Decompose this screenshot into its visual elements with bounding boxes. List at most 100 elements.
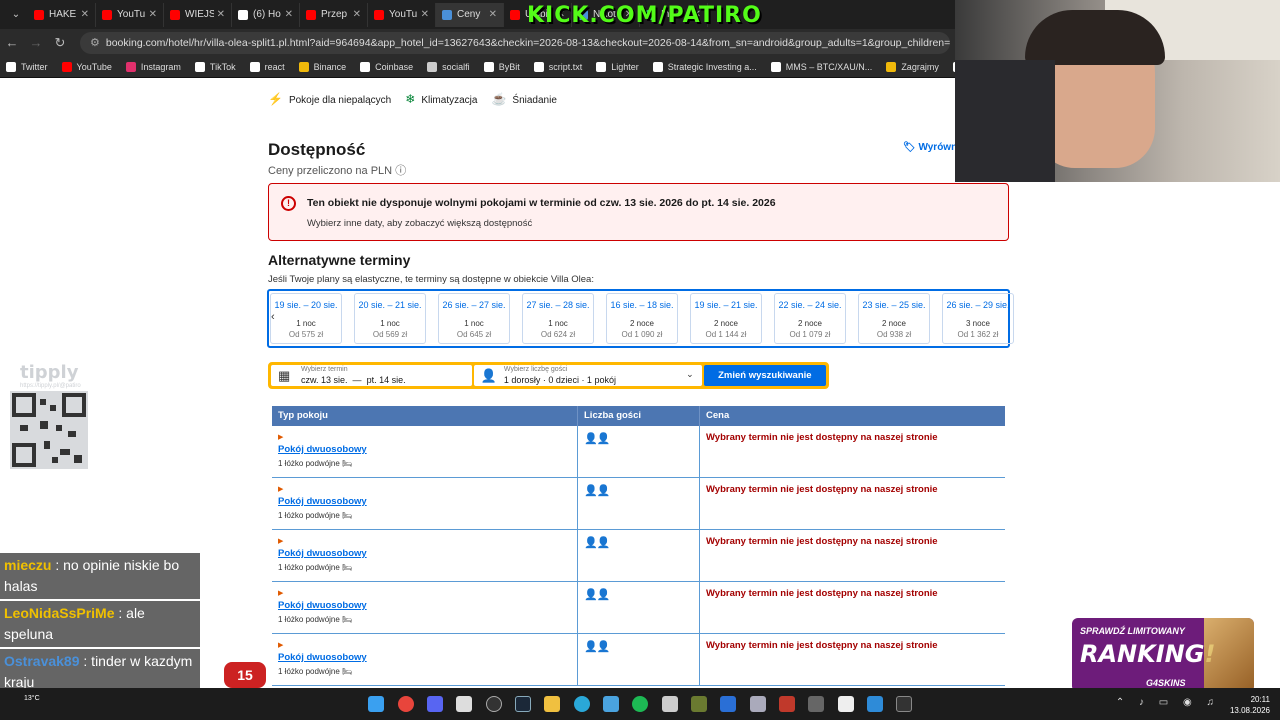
tab-title: Przep [321, 9, 348, 20]
notes-icon[interactable] [867, 696, 883, 712]
bookmark-item[interactable]: socialfi [427, 61, 470, 72]
folder-icon[interactable] [544, 696, 560, 712]
bookmark-favicon-icon [194, 61, 205, 72]
bookmark-item[interactable]: MMS – BTC/XAU/N... [770, 61, 872, 72]
browser-tab[interactable]: (6) Ho ✕ [232, 2, 300, 27]
spotify-icon[interactable] [632, 696, 648, 712]
red-app-icon[interactable] [779, 696, 795, 712]
room-name-link[interactable]: Pokój dwuosobowy [278, 444, 367, 455]
alternative-date-card[interactable]: 16 sie. – 18 sie. 2 noce Od 1 090 zł [606, 293, 678, 344]
room-name-link[interactable]: Pokój dwuosobowy [278, 548, 367, 559]
bookmark-item[interactable]: Lighter [596, 61, 639, 72]
photo-icon[interactable] [750, 696, 766, 712]
bookmark-item[interactable]: TikTok [194, 61, 236, 72]
system-tray[interactable]: ⌃ ♪ ▭ ◉ ♫ [1116, 697, 1220, 708]
close-icon[interactable]: ✕ [149, 9, 157, 20]
alternative-date-card[interactable]: 26 sie. – 27 sie. 1 noc Od 645 zł [438, 293, 510, 344]
bookmark-item[interactable]: Coinbase [360, 61, 413, 72]
alternative-date-card[interactable]: 26 sie. – 29 sie. 3 noce Od 1 362 zł [942, 293, 1014, 344]
snip-icon[interactable] [603, 696, 619, 712]
date-picker[interactable]: ▦ Wybierz termin czw. 13 sie. — pt. 14 s… [271, 365, 472, 386]
bookmark-item[interactable]: Zagrajmy [886, 61, 939, 72]
terminal-icon[interactable] [896, 696, 912, 712]
browser-tab[interactable]: HAKE ✕ [28, 2, 96, 27]
alternative-date-card[interactable]: 23 sie. – 25 sie. 2 noce Od 938 zł [858, 293, 930, 344]
change-search-button[interactable]: Zmień wyszukiwanie [703, 365, 826, 386]
alternatives-title: Alternatywne terminy [268, 252, 411, 268]
url-field[interactable]: ⚙ booking.com/hotel/hr/villa-olea-split1… [80, 31, 950, 54]
alternative-date-card[interactable]: 22 sie. – 24 sie. 2 noce Od 1 079 zł [774, 293, 846, 344]
checkout-date: pt. 14 sie. [366, 375, 406, 385]
close-icon[interactable]: ✕ [81, 9, 89, 20]
guests-cell: 👤👤 [578, 634, 700, 685]
x-app-icon[interactable] [720, 696, 736, 712]
expand-arrow-icon[interactable]: ▶ [278, 433, 283, 441]
alternative-date-card[interactable]: 20 sie. – 21 sie. 1 noc Od 569 zł [354, 293, 426, 344]
tab-search-menu-icon[interactable]: ⌄ [4, 4, 28, 26]
bookmark-item[interactable]: Binance [298, 61, 346, 72]
start-icon[interactable] [368, 696, 384, 712]
tab-title: YouTu [117, 9, 146, 20]
bookmark-item[interactable]: script.txt [533, 61, 582, 72]
edge-icon[interactable] [574, 696, 590, 712]
price-match-link[interactable]: 🏷 Wyrówn [903, 142, 957, 153]
browser-tab[interactable]: Przep ✕ [300, 2, 368, 27]
guests-picker[interactable]: 👤 Wybierz liczbę gości 1 dorosły · 0 dzi… [473, 365, 702, 386]
bookmark-item[interactable]: Strategic Investing a... [652, 61, 757, 72]
browser-tab[interactable]: WIEJS ✕ [164, 2, 232, 27]
forward-icon[interactable]: → [24, 35, 48, 50]
close-icon[interactable]: ✕ [353, 9, 361, 20]
site-info-icon[interactable]: ⚙ [90, 36, 100, 49]
alternative-date-card[interactable]: 27 sie. – 28 sie. 1 noc Od 624 zł [522, 293, 594, 344]
discord-icon[interactable] [427, 696, 443, 712]
from-price: Od 575 zł [288, 330, 324, 339]
game-icon[interactable] [691, 696, 707, 712]
expand-arrow-icon[interactable]: ▶ [278, 485, 283, 493]
alternative-date-card[interactable]: 19 sie. – 20 sie. 1 noc Od 575 zł [270, 293, 342, 344]
chrome-icon[interactable] [398, 696, 414, 712]
expand-arrow-icon[interactable]: ▶ [278, 641, 283, 649]
obs-icon[interactable] [486, 696, 502, 712]
bookmark-item[interactable]: react [249, 61, 285, 72]
promo-banner[interactable]: SPRAWDŹ LIMITOWANY RANKING! G4SKINS [1072, 618, 1254, 692]
bookmark-item[interactable]: YouTube [61, 61, 112, 72]
bed-icon: 🛏 [342, 615, 353, 624]
guests-value: 1 dorosły · 0 dzieci · 1 pokój [503, 375, 616, 385]
chat-username: mieczu [4, 557, 52, 573]
alternative-date-card[interactable]: 19 sie. – 21 sie. 2 noce Od 1 144 zł [690, 293, 762, 344]
close-icon[interactable]: ✕ [421, 9, 429, 20]
info-icon[interactable]: ⓘ [395, 165, 406, 177]
nights-count: 2 noce [797, 319, 823, 328]
browser-tab[interactable]: YouTu ✕ [368, 2, 436, 27]
bookmark-item[interactable]: ByBit [483, 61, 520, 72]
room-name-link[interactable]: Pokój dwuosobowy [278, 652, 367, 663]
nl-app-icon[interactable] [808, 696, 824, 712]
steam-icon[interactable] [515, 696, 531, 712]
alert-subtitle: Wybierz inne daty, aby zobaczyć większą … [307, 218, 533, 229]
close-icon[interactable]: ✕ [217, 9, 225, 20]
amenity-breakfast: ☕ Śniadanie [491, 92, 557, 106]
unavailable-text: Wybrany termin nie jest dostępny na nasz… [706, 640, 938, 651]
alert-app-icon[interactable] [838, 696, 854, 712]
bookmark-item[interactable]: Twitter [6, 61, 48, 72]
back-icon[interactable]: ← [0, 35, 24, 50]
close-icon[interactable]: ✕ [285, 9, 293, 20]
app-icon[interactable] [456, 696, 472, 712]
browser-tab[interactable]: Ceny ✕ [436, 2, 504, 27]
room-name-link[interactable]: Pokój dwuosobowy [278, 496, 367, 507]
room-type-cell: ▶ Pokój dwuosobowy 1 łóżko podwójne 🛏 [272, 478, 578, 529]
expand-arrow-icon[interactable]: ▶ [278, 537, 283, 545]
browser-tab[interactable]: YouTu ✕ [96, 2, 164, 27]
clock[interactable]: 20:11 13.08.2026 [1230, 694, 1270, 716]
table-row: ▶ Pokój dwuosobowy 1 łóżko podwójne 🛏 👤👤… [272, 530, 1005, 582]
chat-app-icon[interactable] [662, 696, 678, 712]
alert-title: Ten obiekt nie dysponuje wolnymi pokojam… [307, 197, 776, 209]
nights-count: 1 noc [296, 319, 316, 328]
price-cell: Wybrany termin nie jest dostępny na nasz… [700, 582, 1005, 633]
close-icon[interactable]: ✕ [489, 9, 497, 20]
bookmark-item[interactable]: Instagram [125, 61, 181, 72]
reload-icon[interactable]: ↻ [48, 35, 72, 51]
weather-widget[interactable]: 13°C [24, 695, 40, 702]
expand-arrow-icon[interactable]: ▶ [278, 589, 283, 597]
room-name-link[interactable]: Pokój dwuosobowy [278, 600, 367, 611]
